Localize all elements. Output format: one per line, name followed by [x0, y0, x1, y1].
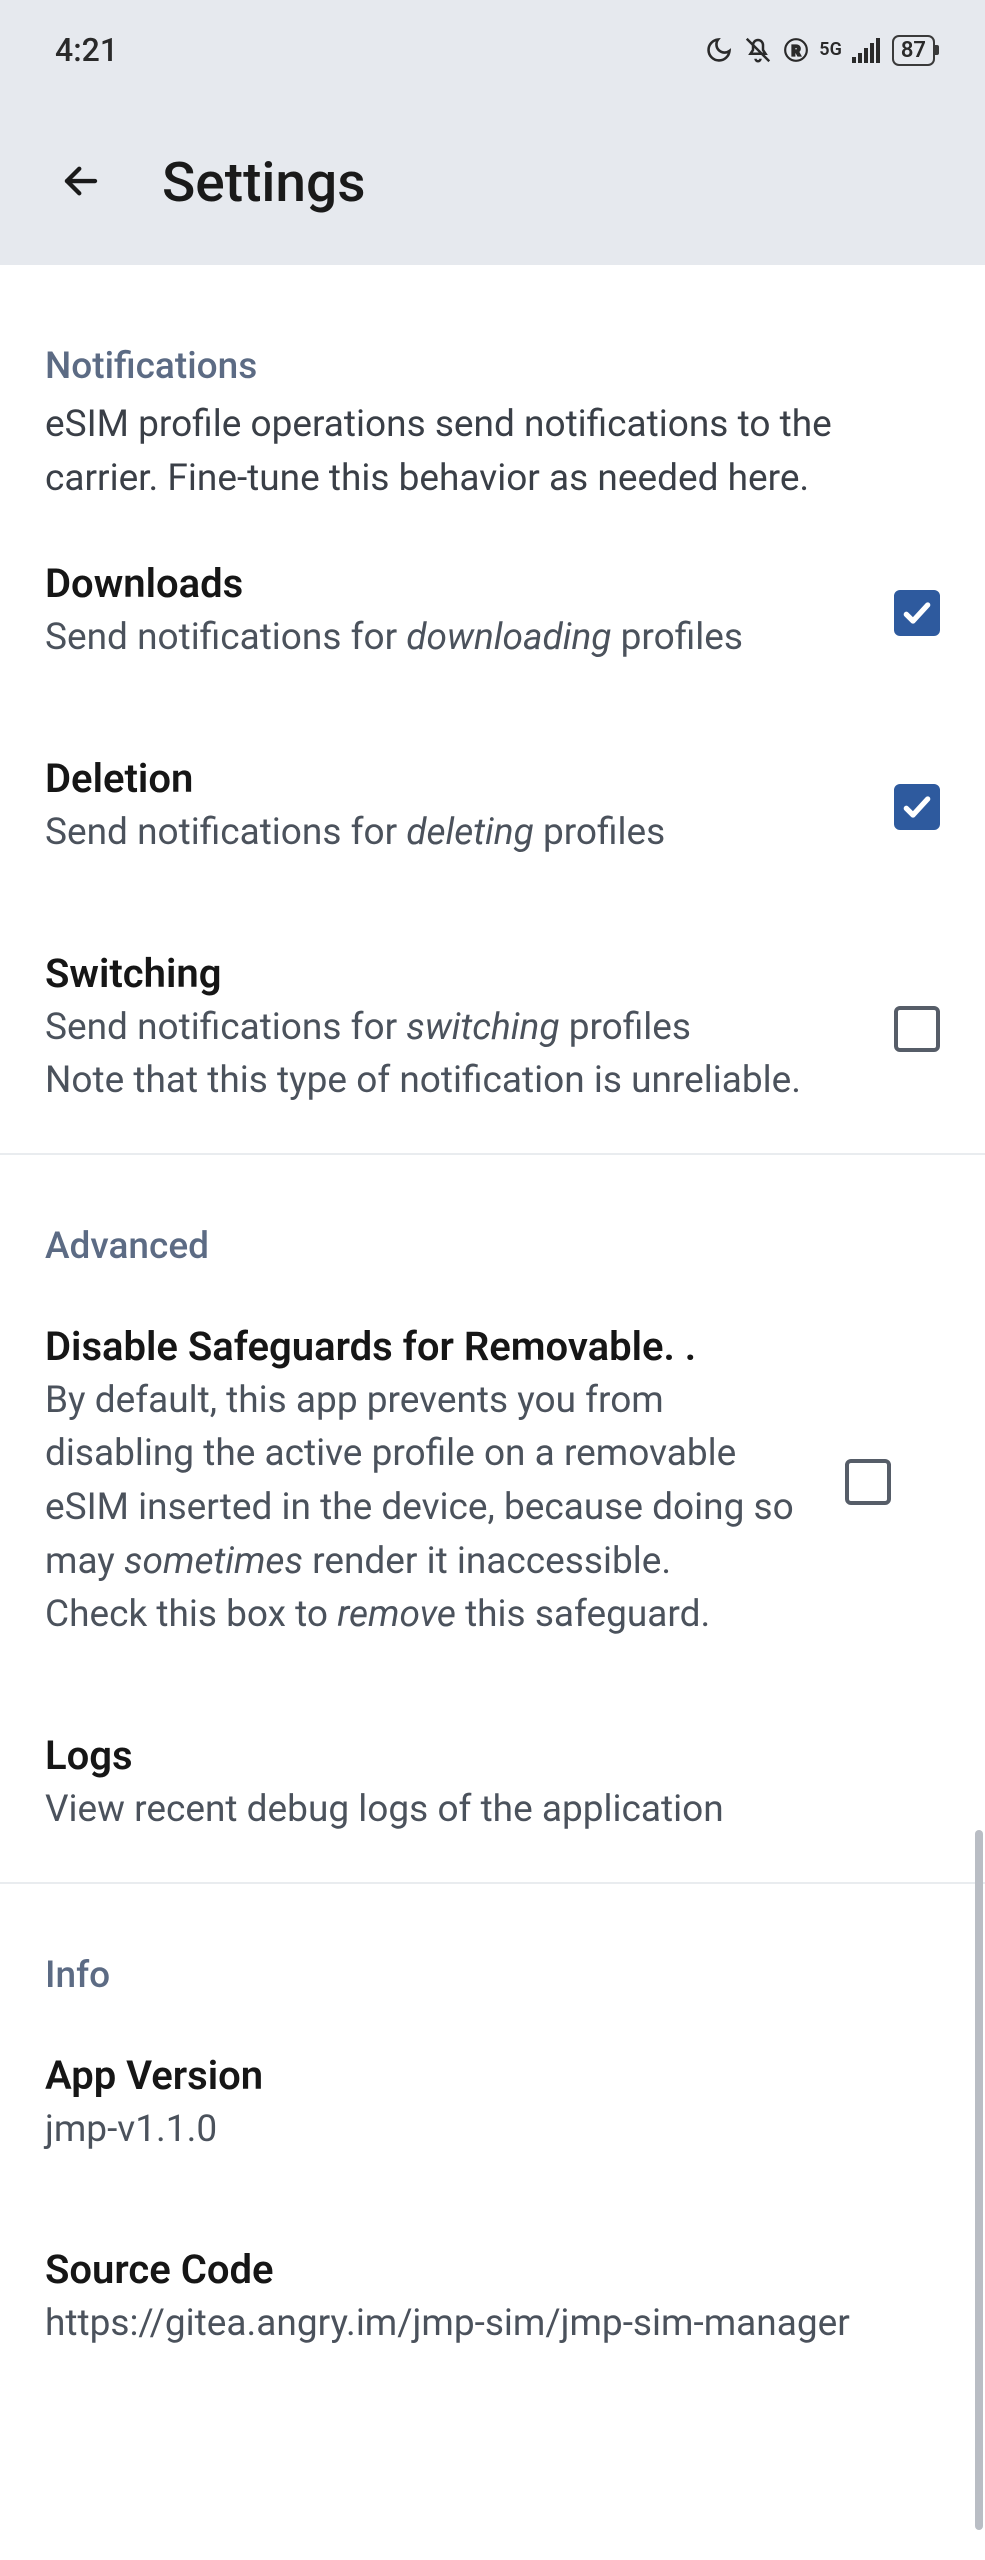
pref-safeguards-title: Disable Safeguards for Removable. .: [45, 1323, 815, 1370]
pref-app-version-summary: jmp-v1.1.0: [45, 2103, 940, 2157]
pref-safeguards-summary: By default, this app prevents you from d…: [45, 1374, 815, 1642]
scrollbar[interactable]: [975, 1830, 983, 2530]
pref-source-code-summary: https://gitea.angry.im/jmp-sim/jmp-sim-m…: [45, 2297, 940, 2351]
signal-icon: [852, 37, 882, 63]
pref-switching[interactable]: Switching Send notifications for switchi…: [0, 905, 985, 1153]
pref-deletion-checkbox[interactable]: [894, 784, 940, 830]
pref-downloads-title: Downloads: [45, 560, 864, 607]
check-icon: [901, 597, 933, 629]
registered-icon: R: [783, 37, 809, 63]
pref-safeguards-checkbox[interactable]: [845, 1459, 891, 1505]
section-desc-notifications: eSIM profile operations send notificatio…: [0, 398, 985, 515]
pref-switching-summary: Send notifications for switching profile…: [45, 1001, 864, 1108]
pref-logs-summary: View recent debug logs of the applicatio…: [45, 1783, 940, 1837]
moon-icon: [705, 36, 733, 64]
section-header-info: Info: [0, 1884, 985, 2007]
pref-safeguards[interactable]: Disable Safeguards for Removable. . By d…: [0, 1278, 985, 1687]
pref-downloads-summary: Send notifications for downloading profi…: [45, 611, 864, 665]
pref-downloads-checkbox[interactable]: [894, 590, 940, 636]
check-icon: [901, 791, 933, 823]
app-bar: Settings: [0, 100, 985, 265]
status-time: 4:21: [55, 31, 118, 69]
pref-deletion-title: Deletion: [45, 755, 864, 802]
pref-app-version[interactable]: App Version jmp-v1.1.0: [0, 2007, 985, 2202]
status-bar: 4:21 R 5G 87: [0, 0, 985, 100]
section-header-advanced: Advanced: [0, 1155, 985, 1278]
pref-logs[interactable]: Logs View recent debug logs of the appli…: [0, 1687, 985, 1882]
back-button[interactable]: [40, 150, 112, 216]
pref-switching-checkbox[interactable]: [894, 1006, 940, 1052]
pref-downloads[interactable]: Downloads Send notifications for downloa…: [0, 515, 985, 710]
battery-icon: 87: [892, 35, 935, 66]
pref-deletion[interactable]: Deletion Send notifications for deleting…: [0, 710, 985, 905]
pref-switching-title: Switching: [45, 950, 864, 997]
svg-text:R: R: [792, 43, 801, 59]
pref-deletion-summary: Send notifications for deleting profiles: [45, 806, 864, 860]
section-header-notifications: Notifications: [0, 265, 985, 398]
pref-logs-title: Logs: [45, 1732, 940, 1779]
pref-app-version-title: App Version: [45, 2052, 940, 2099]
pref-source-code-title: Source Code: [45, 2246, 940, 2293]
status-icons: R 5G 87: [705, 35, 935, 66]
page-title: Settings: [162, 151, 366, 215]
pref-source-code[interactable]: Source Code https://gitea.angry.im/jmp-s…: [0, 2201, 985, 2411]
arrow-left-icon: [60, 160, 102, 202]
network-type: 5G: [819, 42, 842, 58]
vibrate-off-icon: [743, 35, 773, 65]
